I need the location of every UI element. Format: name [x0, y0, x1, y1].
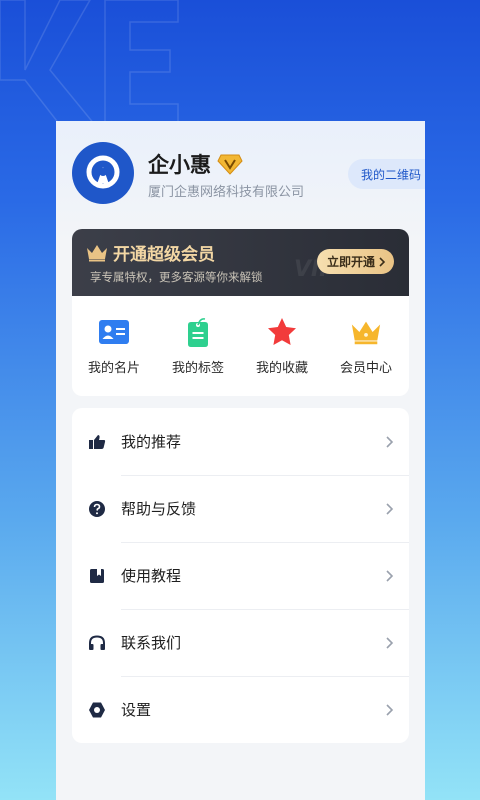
vip-title-text: 开通超级会员 — [113, 245, 215, 265]
vip-badge-icon — [217, 154, 243, 175]
quick-item-tags[interactable]: 我的标签 — [156, 296, 240, 396]
menu-item-settings[interactable]: 设置 — [72, 676, 409, 743]
chevron-right-icon — [386, 435, 394, 448]
quick-actions: 我的名片 我的标签 我的收藏 会员中心 — [72, 296, 409, 396]
chevron-right-icon — [379, 256, 386, 267]
chevron-right-icon — [386, 569, 394, 582]
crown-icon — [87, 244, 107, 261]
chevron-right-icon — [386, 636, 394, 649]
vip-banner[interactable]: VIP 开通超级会员 享专属特权，更多客源等你来解锁 立即开通 — [72, 229, 409, 296]
quick-item-business-card[interactable]: 我的名片 — [72, 296, 156, 396]
gear-icon — [89, 702, 105, 717]
menu-item-help[interactable]: 帮助与反馈 — [72, 475, 409, 542]
chevron-right-icon — [386, 703, 394, 716]
menu-item-label: 设置 — [121, 701, 152, 719]
menu-item-label: 使用教程 — [121, 567, 182, 585]
background-watermark-letters — [0, 0, 179, 126]
settings-menu: 我的推荐 帮助与反馈 使用教程 联系我们 设置 — [72, 408, 409, 743]
menu-item-recommend[interactable]: 我的推荐 — [72, 408, 409, 475]
quick-label: 我的收藏 — [255, 361, 308, 376]
vip-title: 开通超级会员 — [86, 240, 215, 265]
menu-item-label: 我的推荐 — [121, 433, 182, 451]
tag-icon — [188, 318, 208, 347]
headset-icon — [89, 634, 105, 650]
quick-label: 会员中心 — [339, 361, 392, 376]
vip-open-button[interactable]: 立即开通 — [316, 249, 394, 274]
business-card-icon — [99, 320, 129, 344]
qr-code-button[interactable]: 我的二维码 — [347, 159, 425, 189]
menu-item-tutorial[interactable]: 使用教程 — [72, 542, 409, 609]
chevron-right-icon — [386, 502, 394, 515]
quick-item-favorites[interactable]: 我的收藏 — [240, 296, 324, 396]
vip-open-button-label: 立即开通 — [326, 255, 375, 269]
quick-item-member-center[interactable]: 会员中心 — [324, 296, 408, 396]
help-icon — [89, 500, 105, 517]
crown-icon — [351, 321, 381, 345]
brand-logo-icon — [86, 155, 120, 189]
user-name-text: 企小惠 — [148, 153, 211, 177]
company-name: 厦门企惠网络科技有限公司 — [148, 185, 305, 200]
user-name: 企小惠 — [148, 149, 243, 179]
bookmark-icon — [90, 568, 104, 583]
menu-item-label: 联系我们 — [121, 634, 182, 652]
vip-subtitle: 享专属特权，更多客源等你来解锁 — [90, 270, 263, 284]
avatar[interactable] — [72, 142, 134, 204]
menu-item-label: 帮助与反馈 — [121, 500, 197, 518]
quick-label: 我的名片 — [87, 361, 140, 376]
star-icon — [268, 318, 296, 345]
quick-label: 我的标签 — [171, 361, 224, 376]
menu-item-contact[interactable]: 联系我们 — [72, 609, 409, 676]
profile-screen: 企小惠 厦门企惠网络科技有限公司 我的二维码 VIP 开通超级会员 享专属特权，… — [56, 121, 425, 800]
thumbs-up-icon — [89, 434, 106, 449]
